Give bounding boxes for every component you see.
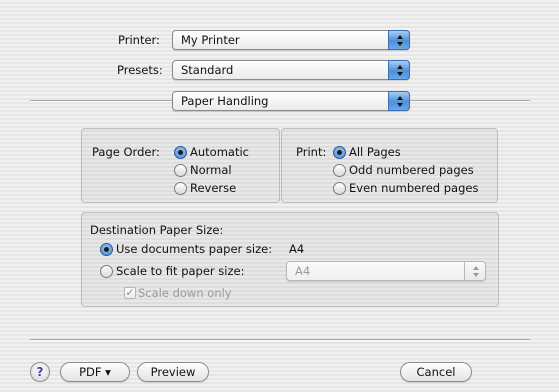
scale-to-fit-label: Scale to fit paper size:: [116, 264, 245, 278]
pdf-button[interactable]: PDF ▾: [60, 362, 130, 382]
help-button[interactable]: ?: [30, 362, 50, 382]
use-document-size-label: Use documents paper size:: [116, 242, 273, 256]
page-order-label: Page Order:: [92, 145, 160, 159]
radio-automatic[interactable]: [174, 146, 187, 159]
popup-arrows-icon: [388, 60, 410, 80]
separator-right: [410, 100, 530, 102]
panel-popup[interactable]: Paper Handling: [172, 91, 410, 111]
cancel-button[interactable]: Cancel: [400, 362, 472, 382]
option-reverse: Reverse: [190, 181, 237, 195]
option-even-pages: Even numbered pages: [349, 181, 479, 195]
option-normal: Normal: [190, 163, 232, 177]
radio-use-document-size[interactable]: [100, 243, 113, 256]
printer-label: Printer:: [118, 33, 160, 47]
footer-separator: [30, 339, 530, 341]
popup-arrows-icon: [464, 261, 486, 281]
option-all-pages: All Pages: [349, 145, 401, 159]
radio-odd-pages[interactable]: [333, 164, 346, 177]
presets-popup[interactable]: Standard: [172, 60, 410, 80]
radio-reverse[interactable]: [174, 182, 187, 195]
scale-paper-size-value: A4: [295, 264, 311, 278]
print-label: Print:: [296, 145, 327, 159]
popup-arrows-icon: [388, 91, 410, 111]
preview-button[interactable]: Preview: [137, 362, 209, 382]
radio-all-pages[interactable]: [333, 146, 346, 159]
panel-value: Paper Handling: [181, 94, 269, 108]
document-size-value: A4: [289, 242, 305, 256]
printer-popup[interactable]: My Printer: [172, 30, 410, 50]
scale-down-only-label: Scale down only: [138, 286, 232, 300]
destination-title: Destination Paper Size:: [90, 223, 224, 237]
option-odd-pages: Odd numbered pages: [349, 163, 474, 177]
popup-arrows-icon: [388, 30, 410, 50]
presets-label: Presets:: [117, 63, 163, 77]
option-automatic: Automatic: [190, 145, 249, 159]
printer-value: My Printer: [181, 33, 240, 47]
radio-scale-to-fit[interactable]: [100, 265, 113, 278]
scale-down-only-checkbox[interactable]: ✓: [124, 287, 136, 299]
separator-left: [30, 100, 172, 102]
presets-value: Standard: [181, 63, 234, 77]
radio-normal[interactable]: [174, 164, 187, 177]
scale-paper-size-popup[interactable]: A4: [286, 261, 486, 281]
radio-even-pages[interactable]: [333, 182, 346, 195]
